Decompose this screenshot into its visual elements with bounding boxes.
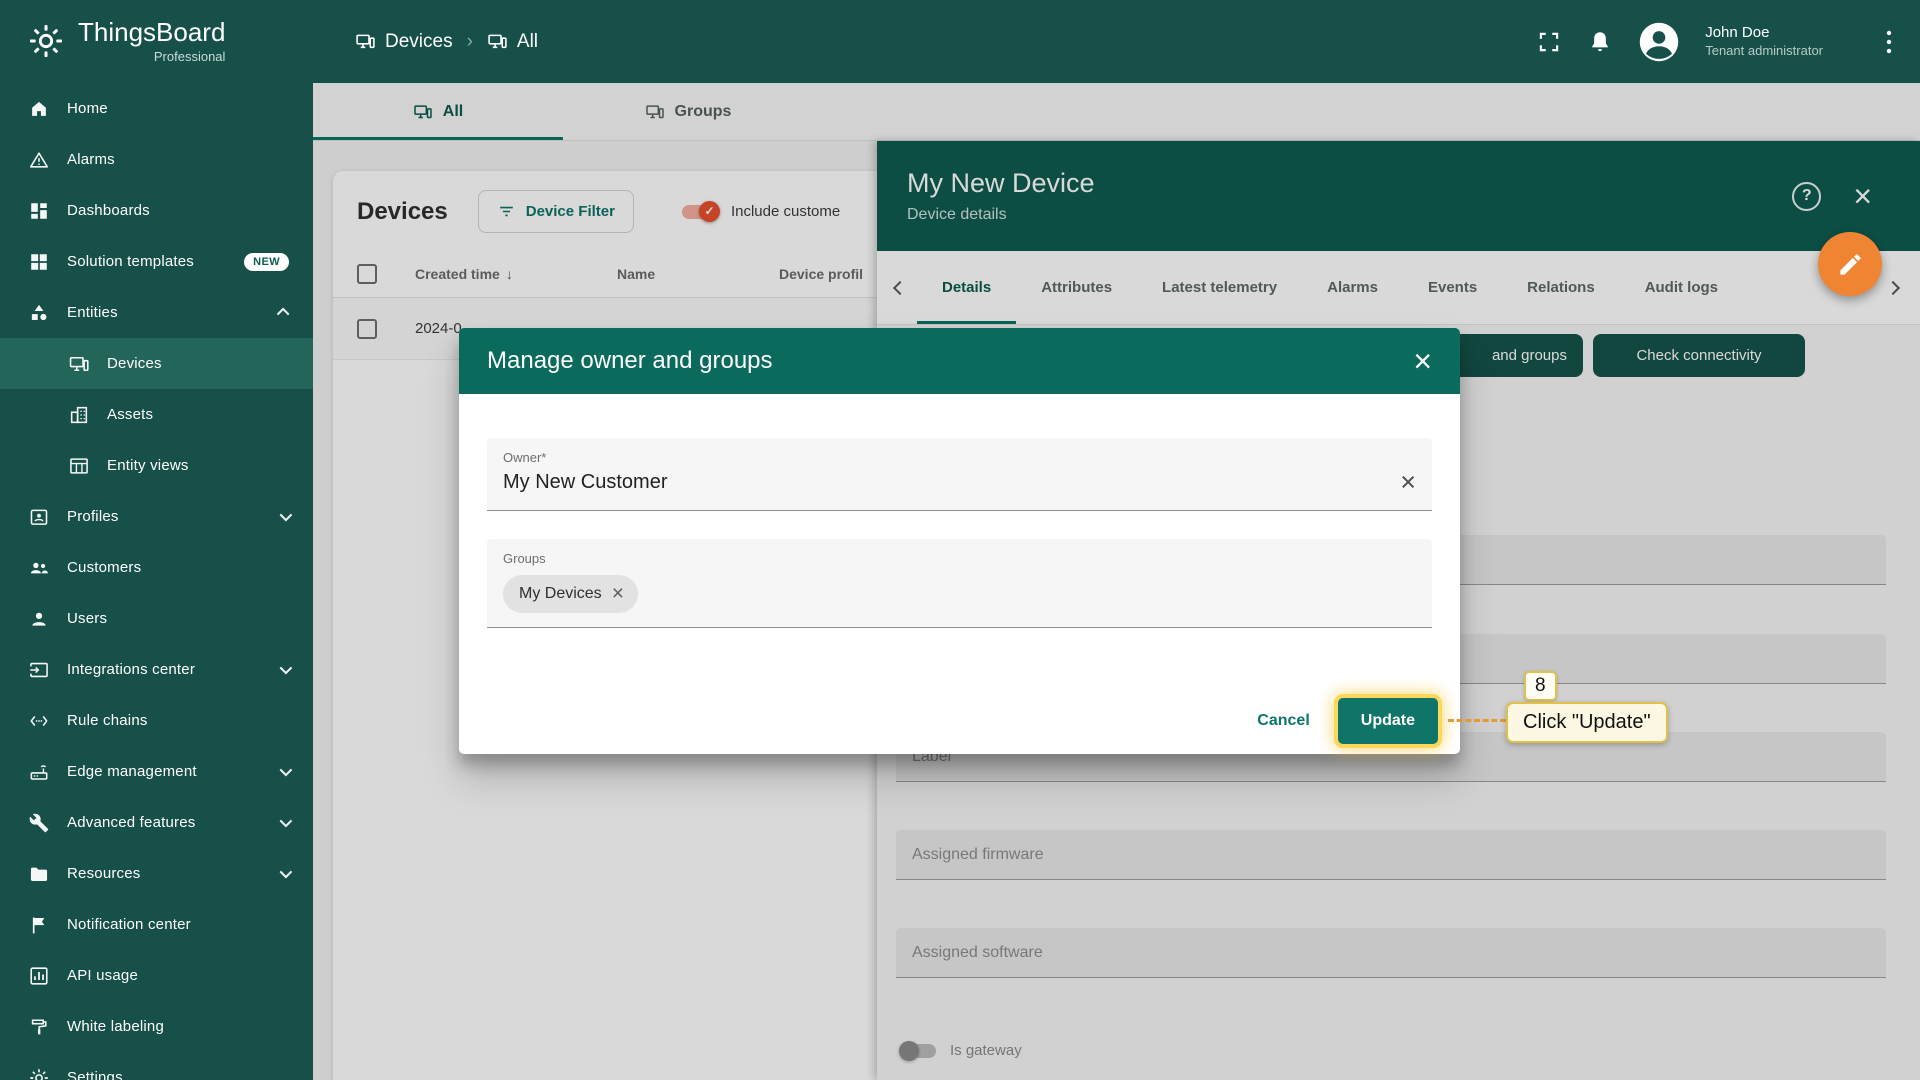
notifications-bell-icon[interactable]	[1587, 29, 1613, 55]
sidebar-item-assets[interactable]: Assets	[0, 389, 313, 440]
integrations-icon	[28, 659, 50, 681]
annotation-connector-line	[1448, 719, 1506, 722]
sidebar-item-customers[interactable]: Customers	[0, 542, 313, 593]
annotation-step-number: 8	[1524, 671, 1557, 701]
home-icon	[28, 98, 50, 120]
devices-icon	[355, 31, 376, 52]
edit-fab-button[interactable]	[1818, 232, 1882, 296]
sidebar-item-entities[interactable]: Entities	[0, 287, 313, 338]
sidebar-item-advanced-features[interactable]: Advanced features	[0, 797, 313, 848]
chevron-down-icon	[280, 815, 293, 828]
chip-remove-icon[interactable]	[612, 583, 624, 605]
breadcrumb: Devices All	[355, 31, 538, 53]
breadcrumb-separator-icon	[467, 31, 473, 53]
entities-icon	[28, 302, 50, 324]
group-icon	[487, 31, 508, 52]
sidebar-item-devices[interactable]: Devices	[0, 338, 313, 389]
owner-field-value[interactable]: My New Customer	[503, 471, 667, 494]
pencil-edit-icon	[1837, 251, 1864, 278]
brand-edition: Professional	[78, 49, 225, 64]
assets-icon	[68, 404, 90, 426]
sidebar-item-alarms[interactable]: Alarms	[0, 134, 313, 185]
owner-field-label: Owner*	[503, 450, 1416, 465]
customers-icon	[28, 557, 50, 579]
sidebar-item-profiles[interactable]: Profiles	[0, 491, 313, 542]
groups-field-label: Groups	[503, 551, 1416, 566]
dashboards-icon	[28, 200, 50, 222]
owner-field[interactable]: Owner* My New Customer	[487, 438, 1432, 511]
chevron-down-icon	[280, 509, 293, 522]
settings-gear-icon	[28, 1067, 50, 1080]
sidebar-item-edge-management[interactable]: Edge management	[0, 746, 313, 797]
update-button[interactable]: Update	[1338, 698, 1438, 744]
more-menu-icon[interactable]	[1884, 29, 1894, 55]
alarm-warning-icon	[28, 149, 50, 171]
white-labeling-paint-icon	[28, 1016, 50, 1038]
sidebar-item-dashboards[interactable]: Dashboards	[0, 185, 313, 236]
brand-name: ThingsBoard	[78, 19, 225, 46]
header-actions: John Doe Tenant administrator	[1536, 21, 1894, 63]
dialog-footer: Cancel Update	[1257, 698, 1438, 744]
sidebar-item-entity-views[interactable]: Entity views	[0, 440, 313, 491]
app-header: ThingsBoard Professional Devices All Joh…	[0, 0, 1920, 83]
breadcrumb-devices[interactable]: Devices	[355, 31, 453, 53]
sidebar-item-white-labeling[interactable]: White labeling	[0, 1001, 313, 1052]
dialog-body: Owner* My New Customer Groups My Devices	[459, 394, 1460, 628]
annotation-tooltip: Click "Update"	[1506, 702, 1668, 743]
chevron-down-icon	[280, 764, 293, 777]
sidebar-item-api-usage[interactable]: API usage	[0, 950, 313, 1001]
user-role: Tenant administrator	[1705, 43, 1823, 60]
sidebar-item-solution-templates[interactable]: Solution templates NEW	[0, 236, 313, 287]
breadcrumb-all[interactable]: All	[487, 31, 538, 53]
sidebar-item-integrations-center[interactable]: Integrations center	[0, 644, 313, 695]
sidebar: Home Alarms Dashboards Solution template…	[0, 83, 313, 1080]
dialog-title: Manage owner and groups	[487, 347, 773, 375]
users-icon	[28, 608, 50, 630]
user-avatar[interactable]	[1638, 21, 1680, 63]
chevron-down-icon	[280, 866, 293, 879]
cancel-button[interactable]: Cancel	[1257, 712, 1309, 730]
brand-logo[interactable]: ThingsBoard Professional	[0, 19, 313, 63]
groups-field[interactable]: Groups My Devices	[487, 539, 1432, 628]
chevron-up-icon	[277, 308, 290, 321]
fullscreen-icon[interactable]	[1536, 29, 1562, 55]
sidebar-item-home[interactable]: Home	[0, 83, 313, 134]
sidebar-item-settings[interactable]: Settings	[0, 1052, 313, 1080]
new-badge: NEW	[244, 253, 289, 271]
profiles-icon	[28, 506, 50, 528]
rule-chains-icon	[28, 710, 50, 732]
sidebar-item-notification-center[interactable]: Notification center	[0, 899, 313, 950]
group-chip-my-devices[interactable]: My Devices	[503, 575, 638, 613]
notification-flag-icon	[28, 914, 50, 936]
resources-folder-icon	[28, 863, 50, 885]
advanced-features-wrench-icon	[28, 812, 50, 834]
manage-owner-groups-dialog: Manage owner and groups Owner* My New Cu…	[459, 328, 1460, 754]
dialog-header: Manage owner and groups	[459, 328, 1460, 394]
sidebar-item-rule-chains[interactable]: Rule chains	[0, 695, 313, 746]
user-name: John Doe	[1705, 23, 1823, 43]
solution-templates-icon	[28, 251, 50, 273]
api-usage-chart-icon	[28, 965, 50, 987]
dialog-close-icon[interactable]	[1413, 345, 1432, 377]
thingsboard-logo-icon	[26, 21, 66, 61]
owner-clear-icon[interactable]	[1400, 469, 1416, 496]
devices-icon	[68, 353, 90, 375]
user-info: John Doe Tenant administrator	[1705, 23, 1823, 59]
chevron-down-icon	[280, 662, 293, 675]
sidebar-item-users[interactable]: Users	[0, 593, 313, 644]
entity-views-icon	[68, 455, 90, 477]
sidebar-item-resources[interactable]: Resources	[0, 848, 313, 899]
edge-router-icon	[28, 761, 50, 783]
